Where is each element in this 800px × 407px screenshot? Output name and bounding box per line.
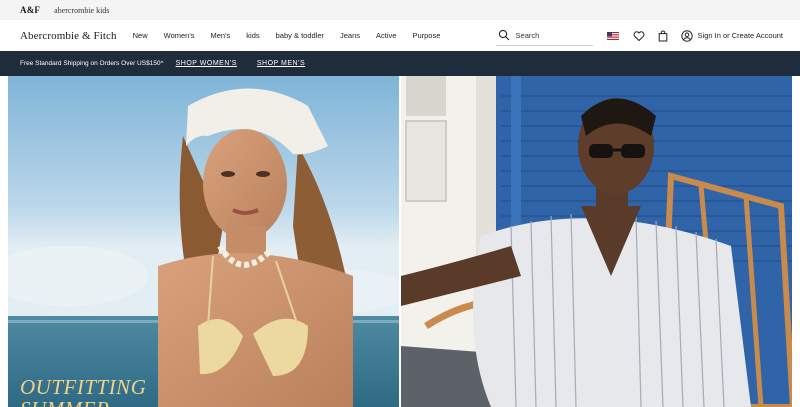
nav-links: New Women's Men's kids baby & toddler Je… [133, 31, 457, 40]
wishlist-button[interactable] [633, 30, 645, 42]
shop-womens-link[interactable]: SHOP WOMEN'S [176, 60, 237, 67]
nav-link-new[interactable]: New [133, 31, 148, 40]
logo[interactable]: Abercrombie & Fitch [20, 30, 117, 42]
promo-text: Free Standard Shipping on Orders Over US… [20, 60, 164, 67]
account-label: Sign In or Create Account [697, 31, 783, 40]
brand-strip: A&F abercrombie kids [0, 0, 800, 20]
hero-image-mens [401, 76, 792, 407]
hero-panel-womens[interactable]: OUTFITTING SUMMER [8, 76, 399, 407]
user-icon [680, 29, 693, 42]
search-icon [498, 29, 509, 41]
nav-link-purpose[interactable]: Purpose [412, 31, 440, 40]
search-input[interactable] [515, 30, 586, 40]
nav-right: Sign In or Create Account [495, 20, 783, 51]
account-link[interactable]: Sign In or Create Account [680, 29, 783, 42]
nav-link-jeans[interactable]: Jeans [340, 31, 360, 40]
bag-button[interactable] [657, 30, 669, 42]
shopping-bag-icon [658, 30, 667, 41]
nav-link-baby-toddler[interactable]: baby & toddler [276, 31, 324, 40]
hero-headline-line-2: SUMMER [20, 398, 109, 407]
nav-link-active[interactable]: Active [376, 31, 396, 40]
nav-link-mens[interactable]: Men's [211, 31, 231, 40]
us-flag-icon[interactable] [606, 31, 619, 40]
hero-image-womens [8, 76, 399, 407]
heart-icon [633, 30, 644, 41]
main-nav: Abercrombie & Fitch New Women's Men's ki… [0, 20, 800, 51]
search-box[interactable] [495, 26, 593, 46]
hero-panel-mens[interactable] [401, 76, 792, 407]
nav-link-kids[interactable]: kids [246, 31, 259, 40]
promo-bar: Free Standard Shipping on Orders Over US… [0, 51, 800, 76]
shop-mens-link[interactable]: SHOP MEN'S [257, 60, 305, 67]
hero-headline: OUTFITTING [20, 375, 147, 399]
brand-af-link[interactable]: A&F [20, 5, 40, 15]
hero: OUTFITTING SUMMER [8, 76, 792, 407]
brand-kids-link[interactable]: abercrombie kids [54, 6, 109, 15]
nav-link-womens[interactable]: Women's [164, 31, 195, 40]
